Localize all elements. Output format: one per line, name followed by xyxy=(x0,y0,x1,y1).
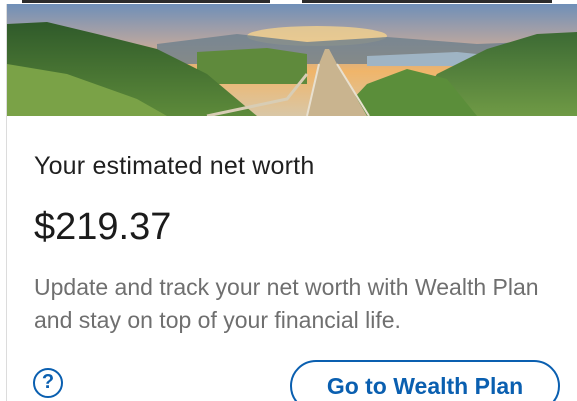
go-to-wealth-plan-button[interactable]: Go to Wealth Plan xyxy=(290,360,560,401)
landscape-illustration xyxy=(7,4,577,116)
top-divider-segment xyxy=(302,0,552,3)
page: Your estimated net worth $219.37 Update … xyxy=(0,0,577,401)
help-icon[interactable]: ? xyxy=(33,368,63,398)
net-worth-amount: $219.37 xyxy=(34,206,172,248)
card-description: Update and track your net worth with Wea… xyxy=(34,274,539,333)
hero-image xyxy=(7,4,577,116)
top-divider-segment xyxy=(22,0,270,3)
card-title: Your estimated net worth xyxy=(34,152,315,180)
net-worth-card: Your estimated net worth $219.37 Update … xyxy=(6,4,577,401)
